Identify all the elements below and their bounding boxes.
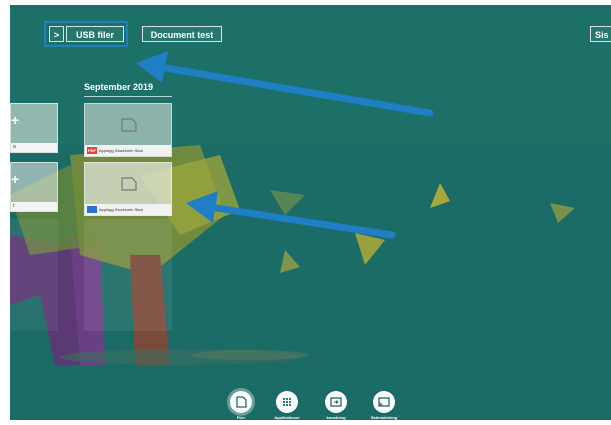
- arrow-to-file-tile-icon: [206, 203, 396, 239]
- dock-screen-share[interactable]: Skärmdelning: [369, 391, 399, 420]
- cast-icon: [373, 391, 395, 413]
- arrow-to-breadcrumb-icon: [156, 63, 434, 117]
- dock-label: Applikationer: [274, 415, 300, 420]
- file-icon: [230, 391, 252, 413]
- input-icon: [325, 391, 347, 413]
- dock-label: Inmatning: [326, 415, 346, 420]
- arrow-head-icon: [136, 51, 168, 83]
- dock-label: Filer: [236, 415, 246, 420]
- dock-files[interactable]: Filer: [226, 391, 256, 420]
- annotation-arrows: [136, 51, 434, 239]
- apps-grid-icon: [276, 391, 298, 413]
- launcher-screen: > USB filer Document test Sis September …: [10, 5, 611, 420]
- dock-applications[interactable]: Applikationer: [272, 391, 302, 420]
- dock-label: Skärmdelning: [370, 415, 398, 420]
- dock-input[interactable]: Inmatning: [321, 391, 351, 420]
- arrow-head-icon: [186, 191, 218, 223]
